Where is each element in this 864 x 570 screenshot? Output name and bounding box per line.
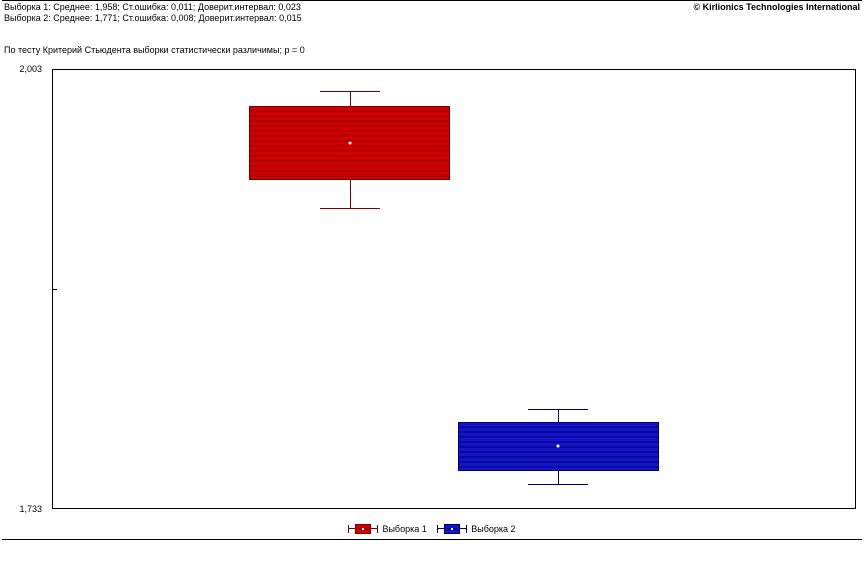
legend-label-1: Выборка 1: [382, 524, 426, 534]
legend-item-2: Выборка 2: [437, 523, 515, 535]
sample2-stats: Выборка 2: Среднее: 1,771; Ст.ошибка: 0,…: [4, 13, 860, 24]
sample1-stats: Выборка 1: Среднее: 1,958; Ст.ошибка: 0,…: [4, 2, 301, 13]
chart: 2,003 1,733: [2, 61, 862, 519]
legend-item-1: Выборка 1: [348, 523, 426, 535]
y-tick-top: 2,003: [2, 64, 42, 74]
y-tick-bottom: 1,733: [2, 504, 42, 514]
legend: Выборка 1 Выборка 2: [0, 519, 864, 535]
copyright: © Kirlionics Technologies International: [694, 2, 861, 13]
plot-area: [52, 69, 856, 509]
test-result: По тесту Критерий Стьюдента выборки стат…: [0, 27, 864, 59]
legend-label-2: Выборка 2: [471, 524, 515, 534]
header-stats: Выборка 1: Среднее: 1,958; Ст.ошибка: 0,…: [0, 2, 864, 27]
